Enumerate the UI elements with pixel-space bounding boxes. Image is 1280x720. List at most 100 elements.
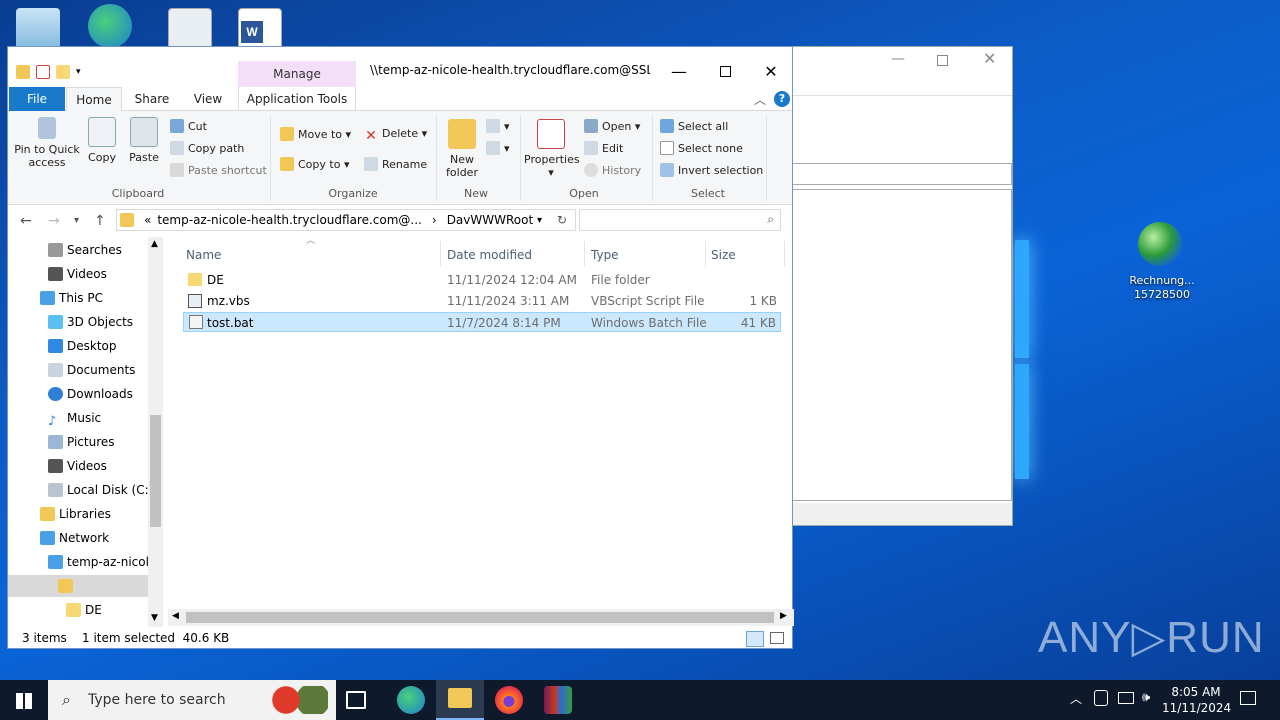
explorer-taskbar-active[interactable] (436, 680, 484, 720)
tab-application-tools[interactable]: Application Tools (238, 87, 356, 111)
delete-button[interactable]: ✕ Delete ▾ (364, 127, 427, 143)
column-divider[interactable] (584, 241, 585, 267)
history-button[interactable]: History (584, 163, 641, 177)
address-overflow[interactable]: « (144, 213, 151, 227)
nav-item-3d-objects[interactable]: 3D Objects (48, 311, 133, 333)
show-hidden-icons-chevron[interactable]: ︿ (1070, 690, 1082, 707)
copy-to-button[interactable]: Copy to ▾ (280, 157, 349, 171)
tab-share[interactable]: Share (126, 87, 178, 111)
invert-selection-button[interactable]: Invert selection (660, 163, 763, 177)
search-input[interactable]: ⌕ (579, 209, 781, 231)
scroll-thumb[interactable] (186, 612, 774, 623)
table-row-selected[interactable]: tost.bat 11/7/2024 8:14 PM Windows Batch… (183, 312, 781, 332)
properties-qat-icon[interactable] (36, 65, 50, 79)
open-button[interactable]: Open ▾ (584, 119, 640, 133)
column-date-modified[interactable]: Date modified (447, 243, 532, 267)
new-folder-qat-icon[interactable] (56, 65, 70, 79)
nav-item-desktop[interactable]: Desktop (48, 335, 117, 357)
nav-item-music[interactable]: ♪ Music (48, 407, 101, 429)
start-button[interactable] (0, 680, 48, 720)
rename-button[interactable]: Rename (364, 157, 427, 171)
nav-scrollbar[interactable]: ▲ ▼ (148, 237, 163, 627)
edge-taskbar-icon[interactable] (397, 686, 425, 714)
tab-view[interactable]: View (182, 87, 234, 111)
clock[interactable]: 8:05 AM 11/11/2024 (1162, 684, 1231, 716)
tab-file[interactable]: File (9, 87, 65, 111)
column-type[interactable]: Type (591, 243, 619, 267)
properties-button[interactable]: Properties ▾ (524, 119, 580, 179)
help-icon[interactable]: ? (774, 91, 790, 107)
globe-shortcut-icon[interactable] (1138, 222, 1182, 266)
qat-dropdown-icon[interactable]: ▾ (76, 67, 81, 77)
edge-desktop-icon[interactable] (88, 4, 132, 48)
volume-icon[interactable]: 🕪 (1142, 690, 1150, 705)
close-button[interactable]: ✕ (748, 57, 794, 87)
recent-locations-button[interactable]: ▾ (74, 215, 79, 226)
manage-context-tab[interactable]: Manage (238, 61, 356, 87)
nav-item-de[interactable]: DE (66, 599, 102, 621)
refresh-icon[interactable]: ↻ (557, 213, 567, 227)
nav-item-videos[interactable]: Videos (48, 263, 107, 285)
paste-button[interactable]: Paste (126, 117, 162, 164)
column-name[interactable]: Name (186, 243, 221, 267)
address-dropdown-icon[interactable]: ▾ (537, 215, 542, 226)
nav-item-network[interactable]: Network (40, 527, 109, 549)
nav-item-downloads[interactable]: Downloads (48, 383, 133, 405)
collapse-ribbon-icon[interactable]: ︿ (754, 91, 766, 108)
task-view-icon[interactable] (346, 691, 366, 709)
maximize-button[interactable] (702, 57, 748, 87)
back-button[interactable]: ← (20, 213, 32, 229)
scroll-thumb[interactable] (150, 415, 161, 527)
nav-item-pictures[interactable]: Pictures (48, 431, 115, 453)
firefox-icon[interactable] (495, 686, 523, 714)
copy-path-button[interactable]: Copy path (170, 141, 244, 155)
address-segment-davwwwroot[interactable]: DavWWWRoot (447, 213, 533, 227)
scroll-right-arrow[interactable]: ▶ (780, 611, 787, 621)
scroll-up-arrow[interactable]: ▲ (151, 239, 158, 249)
taskbar-search[interactable]: ⌕ Type here to search (48, 680, 336, 720)
notifications-icon[interactable] (1240, 691, 1256, 705)
table-row[interactable]: mz.vbs 11/11/2024 3:11 AM VBScript Scrip… (183, 291, 781, 311)
edit-button[interactable]: Edit (584, 141, 623, 155)
select-none-button[interactable]: Select none (660, 141, 743, 155)
bg-dropdown[interactable] (791, 163, 1012, 185)
new-item-button[interactable]: ▾ (486, 119, 510, 133)
nav-item-libraries[interactable]: Libraries (40, 503, 111, 525)
scroll-left-arrow[interactable]: ◀ (172, 611, 179, 621)
paste-shortcut-button[interactable]: Paste shortcut (170, 163, 267, 177)
nav-item-this-pc[interactable]: This PC (40, 287, 103, 309)
network-icon[interactable] (1118, 692, 1134, 704)
cut-button[interactable]: Cut (170, 119, 207, 133)
up-button[interactable]: ↑ (94, 213, 106, 229)
column-divider[interactable] (440, 241, 441, 267)
defender-icon[interactable] (1094, 690, 1108, 706)
file-explorer-window[interactable]: ▾ Manage \\temp-az-nicole-health.tryclou… (7, 46, 794, 649)
select-all-button[interactable]: Select all (660, 119, 728, 133)
address-segment-host[interactable]: temp-az-nicole-health.trycloudflare.com@… (157, 213, 422, 227)
column-divider[interactable] (705, 241, 706, 267)
bg-close-button[interactable]: ✕ (983, 49, 996, 68)
nav-item-local-disk[interactable]: Local Disk (C:) (48, 479, 153, 501)
address-chevron[interactable]: › (432, 213, 437, 227)
nav-item-documents[interactable]: Documents (48, 359, 135, 381)
column-size[interactable]: Size (711, 243, 736, 267)
background-window[interactable]: — ✕ (790, 46, 1013, 526)
details-view-icon[interactable] (746, 631, 764, 647)
table-row[interactable]: DE 11/11/2024 12:04 AM File folder (183, 270, 781, 290)
column-divider[interactable] (784, 241, 785, 267)
bg-maximize-button[interactable] (937, 55, 948, 66)
easy-access-button[interactable]: ▾ (486, 141, 510, 155)
nav-item-temp-az-nicole[interactable]: temp-az-nicole (48, 551, 156, 573)
copy-button[interactable]: Copy (84, 117, 120, 164)
tab-home[interactable]: Home (66, 87, 122, 112)
bg-minimize-button[interactable]: — (891, 51, 905, 67)
new-folder-button[interactable]: New folder (442, 119, 482, 179)
winrar-icon[interactable] (544, 686, 572, 714)
nav-item-searches[interactable]: Searches (48, 239, 122, 261)
scroll-down-arrow[interactable]: ▼ (151, 613, 158, 623)
minimize-button[interactable]: — (656, 57, 702, 87)
large-icons-view-icon[interactable] (770, 632, 784, 644)
nav-item-videos-pc[interactable]: Videos (48, 455, 107, 477)
address-bar[interactable]: « temp-az-nicole-health.trycloudflare.co… (116, 209, 576, 231)
move-to-button[interactable]: Move to ▾ (280, 127, 351, 141)
